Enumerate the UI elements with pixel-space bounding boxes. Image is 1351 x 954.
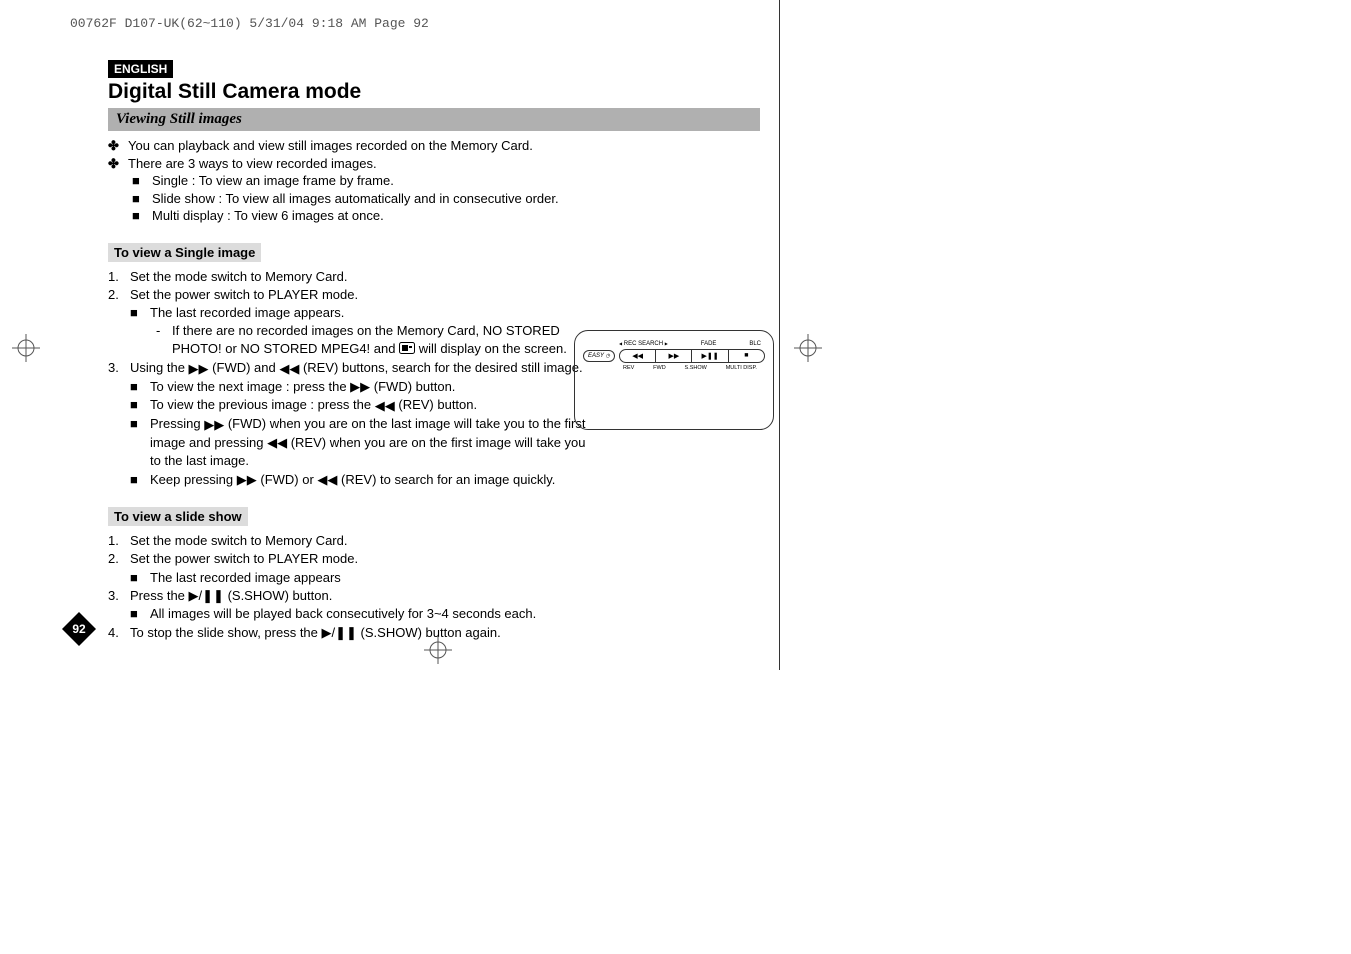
fwd-button: ▶▶ (656, 350, 692, 362)
step-text: Set the mode switch to Memory Card. (130, 268, 347, 286)
step-number: 1. (108, 268, 130, 286)
t: To view the next image : press the (150, 379, 350, 394)
t: Press the (130, 588, 189, 603)
t: Pressing (150, 416, 204, 431)
label: REV (623, 365, 634, 371)
rev-icon: ◀◀ (375, 397, 395, 415)
registration-mark-icon (794, 334, 822, 362)
label: FADE (701, 341, 717, 347)
t: To view the previous image : press the (150, 397, 375, 412)
fwd-icon: ▶▶ (237, 471, 257, 489)
step-text: Press the ▶/❚❚ (S.SHOW) button. (130, 587, 332, 606)
fwd-icon: ▶▶ (350, 378, 370, 396)
intro-sub: Slide show : To view all images automati… (152, 190, 559, 208)
page-content: ENGLISH Digital Still Camera mode Viewin… (62, 60, 779, 642)
print-slug: 00762F D107-UK(62~110) 5/31/04 9:18 AM P… (70, 16, 429, 31)
multidisp-button: ■ (729, 350, 764, 362)
step-sub-text: Pressing ▶▶ (FWD) when you are on the la… (150, 415, 588, 471)
intro-block: ✤You can playback and view still images … (108, 137, 779, 172)
step-sub-text: The last recorded image appears (150, 569, 341, 587)
page-number-badge: 92 (62, 612, 96, 646)
dash-icon: - (156, 322, 172, 340)
t: (FWD) and (212, 360, 279, 375)
label: S.SHOW (685, 365, 707, 371)
rev-icon: ◀◀ (267, 434, 287, 452)
bullet-square-icon: ■ (130, 304, 150, 322)
rev-icon: ◀◀ (279, 360, 299, 378)
step-number: 2. (108, 286, 130, 304)
diagram-bottom-labels: REV FWD S.SHOW MULTI DISP. (623, 365, 757, 371)
step-number: 3. (108, 359, 130, 377)
t: (REV) to search for an image quickly. (341, 472, 555, 487)
bullet-square-icon: ■ (130, 378, 150, 396)
t: (FWD) button. (374, 379, 456, 394)
label: BLC (749, 341, 761, 347)
t: Keep pressing (150, 472, 237, 487)
t: (FWD) or (260, 472, 317, 487)
bullet-square-icon: ■ (132, 172, 152, 190)
t: To stop the slide show, press the (130, 625, 322, 640)
bullet-square-icon: ■ (130, 569, 150, 587)
label: ◀ REC SEARCH ▶ (619, 341, 668, 347)
bullet-square-icon: ■ (130, 415, 150, 433)
intro-sublist: ■Single : To view an image frame by fram… (132, 172, 779, 225)
card-icon (399, 341, 415, 359)
easy-button: EASY ◷ (583, 350, 615, 362)
intro-text: You can playback and view still images r… (128, 137, 533, 155)
fwd-icon: ▶▶ (189, 360, 209, 378)
subheading-slideshow: To view a slide show (108, 507, 248, 526)
fwd-icon: ▶▶ (204, 416, 224, 434)
intro-sub: Single : To view an image frame by frame… (152, 172, 394, 190)
step-number: 3. (108, 587, 130, 605)
bullet-square-icon: ■ (130, 605, 150, 623)
step-sub-text: To view the previous image : press the ◀… (150, 396, 477, 415)
subheading-single: To view a Single image (108, 243, 261, 262)
step-text: Using the ▶▶ (FWD) and ◀◀ (REV) buttons,… (130, 359, 583, 378)
step-number: 2. (108, 550, 130, 568)
bullet-square-icon: ■ (132, 207, 152, 225)
bullet-cross-icon: ✤ (108, 155, 128, 173)
play-pause-icon: ▶/❚❚ (322, 624, 357, 642)
step-text: Set the mode switch to Memory Card. (130, 532, 347, 550)
step-subsub-text: If there are no recorded images on the M… (172, 322, 588, 359)
registration-mark-icon (424, 636, 452, 664)
play-pause-icon: ▶/❚❚ (189, 587, 224, 605)
language-badge: ENGLISH (108, 60, 173, 78)
fold-line (779, 0, 780, 670)
button-group: ◀◀ ▶▶ ▶❚❚ ■ (619, 349, 765, 363)
step-number: 4. (108, 624, 130, 642)
page-title: Digital Still Camera mode (108, 80, 779, 104)
t: will display on the screen. (419, 341, 567, 356)
steps-single: 1.Set the mode switch to Memory Card. 2.… (108, 268, 588, 490)
label: FWD (653, 365, 666, 371)
bullet-cross-icon: ✤ (108, 137, 128, 155)
step-sub-text: All images will be played back consecuti… (150, 605, 536, 623)
steps-slideshow: 1.Set the mode switch to Memory Card. 2.… (108, 532, 779, 642)
bullet-square-icon: ■ (130, 471, 150, 489)
step-sub-text: The last recorded image appears. (150, 304, 344, 322)
step-text: Set the power switch to PLAYER mode. (130, 550, 358, 568)
bullet-square-icon: ■ (132, 190, 152, 208)
step-sub-text: To view the next image : press the ▶▶ (F… (150, 378, 455, 397)
diagram-top-labels: ◀ REC SEARCH ▶ FADE BLC (619, 341, 761, 347)
step-text: Set the power switch to PLAYER mode. (130, 286, 358, 304)
sshow-button: ▶❚❚ (692, 350, 728, 362)
section-heading: Viewing Still images (108, 108, 760, 131)
step-sub-text: Keep pressing ▶▶ (FWD) or ◀◀ (REV) to se… (150, 471, 555, 490)
t: (REV) buttons, search for the desired st… (303, 360, 583, 375)
bullet-square-icon: ■ (130, 396, 150, 414)
t: (REV) button. (398, 397, 477, 412)
step-number: 1. (108, 532, 130, 550)
intro-sub: Multi display : To view 6 images at once… (152, 207, 384, 225)
button-panel-diagram: ◀ REC SEARCH ▶ FADE BLC EASY ◷ ◀◀ ▶▶ ▶❚❚… (574, 330, 774, 430)
t: Using the (130, 360, 189, 375)
t: (S.SHOW) button. (228, 588, 333, 603)
label: MULTI DISP. (726, 365, 757, 371)
rev-icon: ◀◀ (317, 471, 337, 489)
rev-button: ◀◀ (620, 350, 656, 362)
registration-mark-icon (12, 334, 40, 362)
intro-text: There are 3 ways to view recorded images… (128, 155, 377, 173)
